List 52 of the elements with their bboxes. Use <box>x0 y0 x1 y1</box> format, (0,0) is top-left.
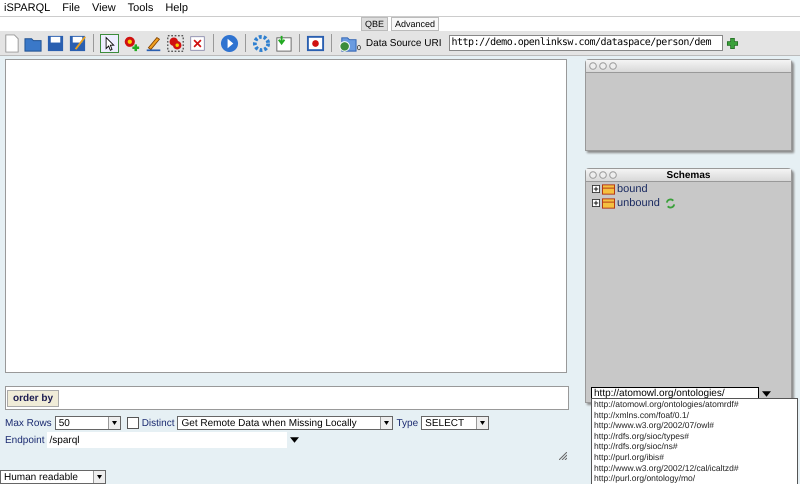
dropdown-option[interactable]: http://rdfs.org/sioc/ns# <box>594 441 797 452</box>
menu-item[interactable]: Tools <box>124 2 162 14</box>
menu-item[interactable]: File <box>58 2 88 14</box>
play-icon[interactable] <box>220 34 239 52</box>
tree-item[interactable]: unbound <box>617 197 660 209</box>
tab[interactable]: QBE <box>360 17 388 31</box>
expand-toggle[interactable] <box>592 185 600 193</box>
dropdown-option[interactable]: http://xmlns.com/foaf/0.1/ <box>594 410 797 420</box>
pointer-tool[interactable] <box>100 34 119 52</box>
window-icon[interactable] <box>306 34 325 52</box>
save-as-icon[interactable] <box>68 34 87 52</box>
endpoint-field[interactable]: /sparql <box>47 432 288 448</box>
add-node-tool[interactable] <box>122 34 141 52</box>
expand-toggle[interactable] <box>592 199 600 207</box>
menu-item[interactable]: View <box>88 2 124 14</box>
distinct-checkbox[interactable] <box>126 417 139 429</box>
dropdown-option[interactable]: http://rdfs.org/sioc/types# <box>594 430 797 442</box>
dropdown-option[interactable]: http://purl.org/ontology/mo/ <box>594 473 797 484</box>
type-select[interactable]: SELECT <box>421 416 490 430</box>
save-icon[interactable] <box>46 34 65 52</box>
dropdown-option[interactable]: http://www.w3.org/2002/12/cal/icaltzd# <box>594 462 797 474</box>
caret-icon[interactable] <box>108 417 120 429</box>
remote-data-select[interactable]: Get Remote Data when Missing Locally <box>177 416 394 430</box>
data-source-label: Data Source URI <box>366 38 442 48</box>
data-source-field[interactable]: http://demo.openlinksw.com/dataspace/person/dem <box>448 35 722 51</box>
dropdown-option[interactable]: http://purl.org/ibis# <box>594 452 797 463</box>
tree-item[interactable]: bound <box>617 183 648 195</box>
distinct-label: Distinct <box>142 418 174 428</box>
delete-tool[interactable] <box>188 34 207 52</box>
caret-icon[interactable] <box>476 417 488 429</box>
caret-icon[interactable] <box>290 437 300 443</box>
menu-item[interactable]: Help <box>161 2 196 14</box>
endpoint-label: Endpoint <box>5 434 44 446</box>
gear-icon[interactable] <box>252 34 271 52</box>
menu-item[interactable]: iSPARQL <box>0 2 58 14</box>
type-label: Type <box>396 418 418 428</box>
panel-title: Schemas <box>666 170 712 180</box>
add-icon[interactable] <box>726 36 738 50</box>
dropdown-option[interactable]: http://www.w3.org/2002/07/owl# <box>594 420 797 431</box>
group-tool[interactable] <box>166 34 185 52</box>
dropdown-option[interactable]: http://atomowl.org/ontologies/atomrdf# <box>594 399 797 410</box>
caret-icon[interactable] <box>93 471 105 483</box>
tab[interactable]: Advanced <box>390 17 440 31</box>
import-icon[interactable] <box>274 34 293 52</box>
order-by-button[interactable]: order by <box>7 390 60 406</box>
max-rows-label: Max Rows <box>5 418 52 428</box>
resize-grip-icon[interactable] <box>559 452 567 460</box>
folder-icon <box>602 198 615 208</box>
format-select[interactable]: Human readable <box>0 470 106 484</box>
max-rows-select[interactable]: 50 <box>54 416 121 430</box>
caret-icon[interactable] <box>380 417 392 429</box>
folder-icon <box>602 184 615 194</box>
